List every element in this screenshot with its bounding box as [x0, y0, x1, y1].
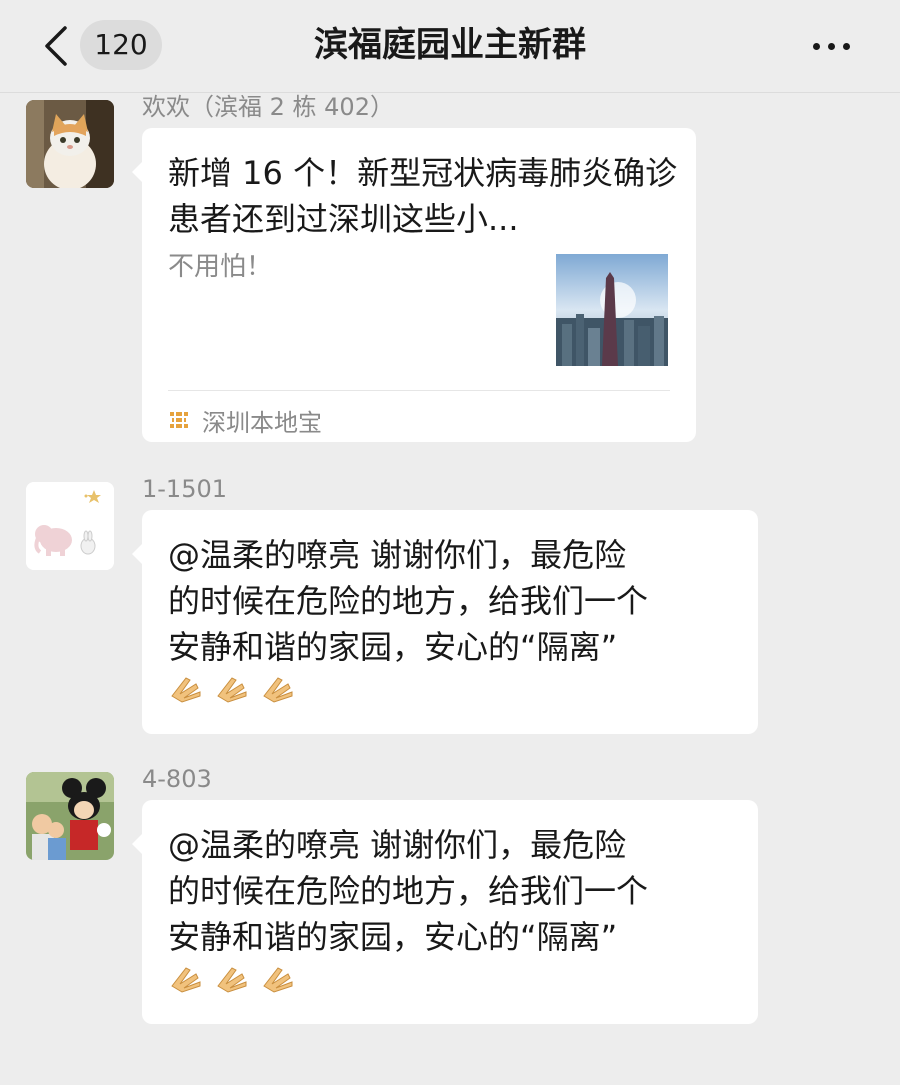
sender-name: 4-803: [142, 765, 212, 793]
sender-name: 1-1501: [142, 475, 228, 503]
mini-program-icon: [170, 412, 188, 428]
dot-icon: [842, 42, 850, 50]
chat-header: 120 滨福庭园业主新群: [0, 0, 900, 93]
text-message-bubble[interactable]: @温柔的嘹亮 谢谢你们，最危险 的时候在危险的地方，给我们一个 安静和谐的家园，…: [132, 800, 758, 1024]
clap-emoji-icon: [214, 670, 250, 706]
card-divider: [168, 390, 670, 391]
card-title: 新增 16 个！新型冠状病毒肺炎确诊患者还到过深圳这些小...: [168, 154, 678, 238]
emoji-row: [168, 960, 306, 996]
elephant-avatar[interactable]: [26, 482, 114, 570]
text-message-bubble[interactable]: @温柔的嘹亮 谢谢你们，最危险 的时候在危险的地方，给我们一个 安静和谐的家园，…: [132, 510, 758, 734]
card-source: 深圳本地宝: [168, 400, 322, 440]
clap-emoji-icon: [214, 960, 250, 996]
emoji-row: [168, 670, 306, 706]
clap-emoji-icon: [260, 670, 296, 706]
card-source-name: 深圳本地宝: [202, 408, 322, 437]
message-text: @温柔的嘹亮 谢谢你们，最危险 的时候在危险的地方，给我们一个 安静和谐的家园，…: [168, 826, 649, 956]
mickey-photo-avatar-image: [26, 772, 114, 860]
dot-icon: [827, 42, 835, 50]
dot-icon: [812, 42, 820, 50]
card-description: 不用怕！: [168, 252, 273, 282]
cat-avatar[interactable]: [26, 100, 114, 188]
elephant-avatar-image: [26, 482, 114, 570]
city-skyline-image: [556, 254, 668, 366]
chat-title: 滨福庭园业主新群: [314, 25, 586, 65]
cat-avatar-image: [26, 100, 114, 188]
sender-name: 欢欢（滨福 2 栋 402）: [142, 93, 394, 121]
message-text: @温柔的嘹亮 谢谢你们，最危险 的时候在危险的地方，给我们一个 安静和谐的家园，…: [168, 536, 649, 666]
link-card-bubble[interactable]: 新增 16 个！新型冠状病毒肺炎确诊患者还到过深圳这些小... 不用怕！ 深圳本…: [132, 128, 696, 442]
clap-emoji-icon: [168, 670, 204, 706]
clap-emoji-icon: [168, 960, 204, 996]
clap-emoji-icon: [260, 960, 296, 996]
mickey-photo-avatar[interactable]: [26, 772, 114, 860]
more-options-button[interactable]: [806, 26, 856, 66]
